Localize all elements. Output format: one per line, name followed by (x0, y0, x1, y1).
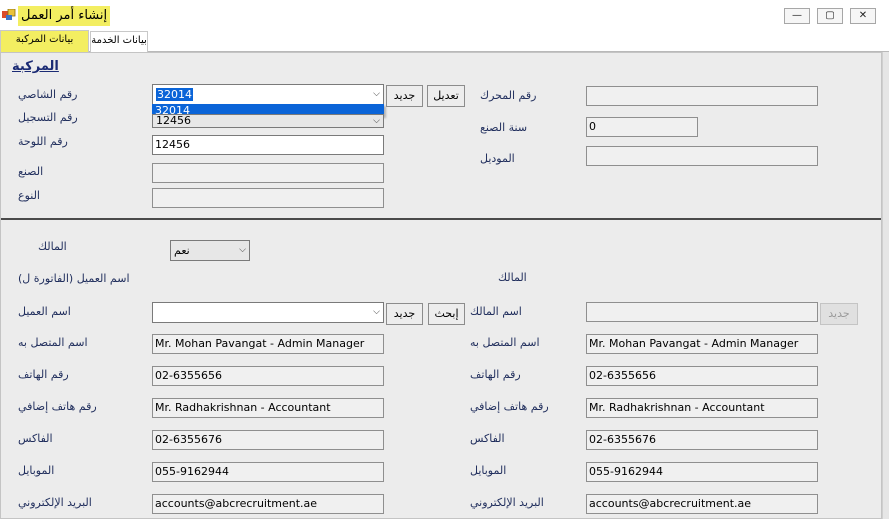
extra-phone-field[interactable]: Mr. Radhakrishnan - Accountant (152, 398, 384, 418)
registration-combo[interactable]: 12456 ⌵ (152, 114, 384, 128)
model-field[interactable] (586, 146, 818, 166)
make-label: الصنع (18, 165, 44, 178)
title-bar: إنشاء أمر العمل — ▢ ✕ (0, 0, 889, 30)
owner-select-value: نعم (174, 244, 190, 257)
owner-extra-phone-label: رقم هاتف إضافي (470, 400, 549, 413)
year-field[interactable]: 0 (586, 117, 698, 137)
fax-label: الفاكس (18, 432, 53, 445)
owner-mobile-field[interactable]: 055-9162944 (586, 462, 818, 482)
owner-contact-field[interactable]: Mr. Mohan Pavangat - Admin Manager (586, 334, 818, 354)
type-label: النوع (18, 189, 40, 202)
plate-label: رقم اللوحة (18, 135, 68, 148)
registration-value: 12456 (156, 114, 191, 127)
tab-service[interactable]: بيانات الخدمة (90, 31, 148, 52)
owner-fax-label: الفاكس (470, 432, 505, 445)
owner-contact-label: اسم المتصل به (470, 336, 540, 349)
new-customer-button[interactable]: جديد (386, 303, 423, 325)
section-divider (1, 218, 881, 220)
phone-field[interactable]: 02-6355656 (152, 366, 384, 386)
app-icon (2, 9, 16, 20)
type-field[interactable] (152, 188, 384, 208)
chassis-combo[interactable]: 32014 ⌵ (152, 84, 384, 105)
owner-select[interactable]: نعم ⌵ (170, 240, 250, 261)
phone-label: رقم الهاتف (18, 368, 69, 381)
scrollbar[interactable] (882, 52, 889, 519)
edit-vehicle-button[interactable]: تعديل (427, 85, 465, 107)
contact-field[interactable]: Mr. Mohan Pavangat - Admin Manager (152, 334, 384, 354)
search-customer-button[interactable]: إبحث (428, 303, 465, 325)
owner-label: المالك (38, 240, 67, 253)
owner-mobile-label: الموبايل (470, 464, 507, 477)
owner-phone-field[interactable]: 02-6355656 (586, 366, 818, 386)
owner-name-field[interactable] (586, 302, 818, 322)
owner-email-field[interactable]: accounts@abcrecruitment.ae (586, 494, 818, 514)
owner-heading: المالك (498, 271, 527, 284)
owner-name-label: اسم المالك (470, 305, 522, 318)
maximize-button[interactable]: ▢ (817, 8, 843, 24)
owner-email-label: البريد الإلكتروني (470, 496, 544, 509)
engine-field[interactable] (586, 86, 818, 106)
plate-field[interactable]: 12456 (152, 135, 384, 155)
section-title-vehicle: المركبة (12, 59, 59, 74)
year-label: سنة الصنع (480, 121, 528, 134)
contact-label: اسم المتصل به (18, 336, 88, 349)
window-title: إنشاء أمر العمل (18, 6, 111, 26)
extra-phone-label: رقم هاتف إضافي (18, 400, 97, 413)
registration-label: رقم التسجيل (18, 111, 78, 124)
close-button[interactable]: ✕ (850, 8, 876, 24)
chassis-label: رقم الشاصي (18, 88, 78, 101)
mobile-label: الموبايل (18, 464, 55, 477)
tab-vehicle-customer[interactable]: بيانات المركبة والعميل (0, 30, 89, 63)
owner-fax-field[interactable]: 02-6355676 (586, 430, 818, 450)
chevron-down-icon[interactable]: ⌵ (373, 303, 380, 322)
new-vehicle-button[interactable]: جديد (386, 85, 423, 107)
mobile-field[interactable]: 055-9162944 (152, 462, 384, 482)
chevron-down-icon[interactable]: ⌵ (373, 85, 380, 104)
make-field[interactable] (152, 163, 384, 183)
customer-name-label: اسم العميل (18, 305, 71, 318)
email-field[interactable]: accounts@abcrecruitment.ae (152, 494, 384, 514)
chassis-value: 32014 (156, 88, 193, 101)
email-label: البريد الإلكتروني (18, 496, 92, 509)
fax-field[interactable]: 02-6355676 (152, 430, 384, 450)
owner-extra-phone-field[interactable]: Mr. Radhakrishnan - Accountant (586, 398, 818, 418)
owner-new-button[interactable]: جديد (820, 303, 858, 325)
model-label: الموديل (480, 152, 515, 165)
chevron-down-icon[interactable]: ⌵ (373, 115, 380, 127)
chevron-down-icon[interactable]: ⌵ (239, 241, 246, 260)
invoice-customer-heading: اسم العميل (الفاتورة ل) (18, 272, 130, 285)
customer-name-combo[interactable]: ⌵ (152, 302, 384, 323)
minimize-button[interactable]: — (784, 8, 810, 24)
engine-label: رقم المحرك (480, 89, 537, 102)
owner-phone-label: رقم الهاتف (470, 368, 521, 381)
